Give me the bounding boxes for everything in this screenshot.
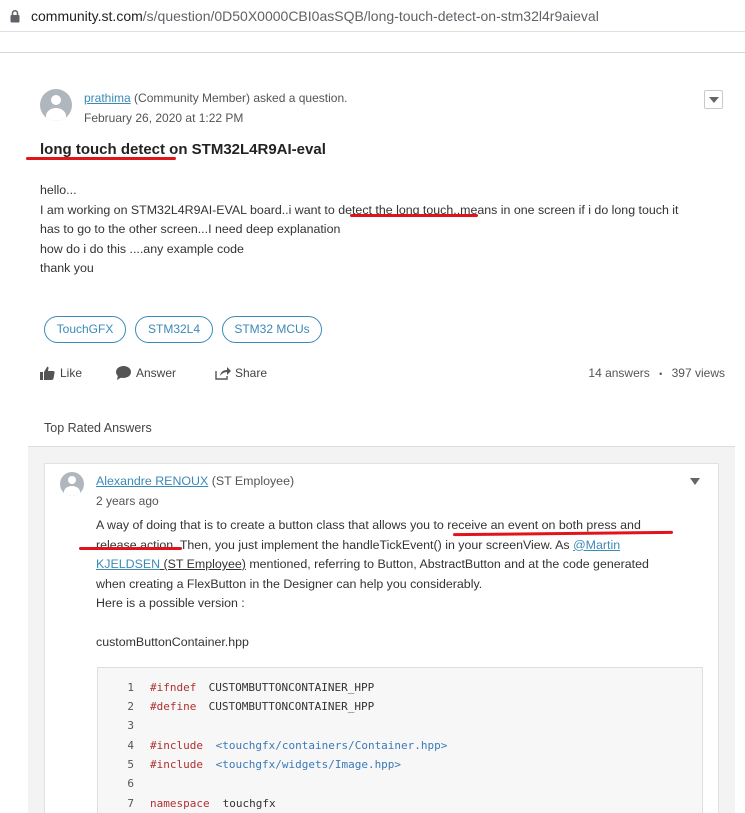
browser-url-bar[interactable]: community.st.com/s/question/0D50X0000CBI… [0, 0, 745, 32]
url-host: community.st.com [31, 8, 143, 24]
annotation-underline [26, 157, 176, 160]
code-filename: customButtonContainer.hpp [96, 635, 249, 649]
code-block[interactable]: 1 #ifndef CUSTOMBUTTONCONTAINER_HPP 2 #def… [97, 667, 703, 813]
answer-date: 2 years ago [96, 494, 159, 508]
answer-card: Alexandre RENOUX (ST Employee) 2 years a… [44, 463, 719, 813]
url-text[interactable]: community.st.com/s/question/0D50X0000CBI… [31, 8, 599, 24]
code-text: <touchgfx/widgets/Image.hpp> [209, 758, 402, 771]
mention-link[interactable]: KJELDSEN [96, 557, 160, 571]
code-text: <touchgfx/containers/Container.hpp> [209, 739, 448, 752]
line-number: 3 [127, 719, 134, 732]
body-text: I am working on STM32L4R9AI-EVAL board..… [40, 202, 339, 217]
tag-stm32l4[interactable]: STM32L4 [135, 316, 213, 343]
tag-touchgfx[interactable]: TouchGFX [44, 316, 126, 343]
body-text: ..means in one screen if i do long touch… [453, 202, 679, 217]
avatar[interactable] [60, 472, 84, 496]
page-divider [0, 52, 745, 53]
chevron-down-icon[interactable] [690, 478, 700, 485]
answer-author-link[interactable]: Alexandre RENOUX [96, 474, 208, 488]
url-path: /s/question/0D50X0000CBI0asSQB/long-touc… [142, 8, 599, 24]
lock-icon [10, 9, 20, 23]
avatar-body-shape [46, 108, 66, 121]
code-text: CUSTOMBUTTONCONTAINER_HPP [202, 681, 375, 694]
line-number: 7 [127, 797, 134, 810]
code-keyword: #include [150, 739, 203, 752]
question-body-line: thank you [40, 261, 94, 275]
like-label: Like [60, 366, 83, 380]
mention-link[interactable]: @Martin [573, 538, 620, 552]
question-body-line: hello... [40, 183, 77, 197]
question-menu-button[interactable] [704, 90, 723, 109]
share-icon [215, 367, 231, 380]
answer-body-line: when creating a FlexButton in the Design… [96, 576, 483, 591]
code-keyword: namespace [150, 797, 210, 810]
code-text: touchgfx [216, 797, 276, 810]
answer-button[interactable]: Answer [116, 363, 186, 383]
question-card: prathima (Community Member) asked a ques… [28, 75, 735, 405]
question-title-highlight: long touch detect [40, 141, 165, 158]
answer-author-role: (ST Employee) [208, 474, 295, 488]
annotation-underline [79, 547, 182, 550]
share-button[interactable]: Share [215, 363, 275, 383]
avatar-body-shape [64, 486, 80, 496]
line-number: 1 [127, 681, 134, 694]
code-text: CUSTOMBUTTONCONTAINER_HPP [202, 700, 375, 713]
views-count: 397 views [671, 366, 725, 380]
answer-body-line: release action. Then, you just implement… [96, 536, 696, 556]
code-keyword: #define [150, 700, 197, 713]
chevron-down-icon [709, 97, 719, 103]
body-text: mentioned, referring to Button, Abstract… [245, 557, 649, 571]
tag-stm32-mcus[interactable]: STM32 MCUs [222, 316, 322, 343]
line-number: 2 [127, 700, 134, 713]
question-body-line: has to go to the other screen...I need d… [40, 222, 341, 236]
question-body-line: how do i do this ....any example code [40, 241, 244, 256]
question-title: long touch detect on STM32L4R9AI-eval [40, 141, 326, 158]
question-stats: 14 answers • 397 views [588, 363, 725, 384]
answer-body-line: Here is a possible version : [96, 596, 245, 610]
stats-separator: • [659, 369, 663, 379]
question-author-role: (Community Member) asked a question. [134, 91, 348, 105]
mention-role: (ST Employee) [160, 557, 246, 571]
question-body: hello... I am working on STM32L4R9AI-EVA… [40, 181, 725, 279]
code-keyword: #ifndef [150, 681, 197, 694]
thumbs-up-icon [40, 366, 55, 380]
line-number: 5 [127, 758, 134, 771]
answer-meta: Alexandre RENOUX (ST Employee) [96, 474, 294, 488]
question-date: February 26, 2020 at 1:22 PM [84, 111, 244, 125]
top-rated-heading: Top Rated Answers [44, 421, 152, 435]
question-meta: prathima (Community Member) asked a ques… [84, 91, 347, 105]
avatar[interactable] [40, 89, 72, 121]
answer-label: Answer [136, 366, 177, 380]
body-text: . Then, you just implement the handleTic… [173, 537, 574, 552]
answer-body-line [96, 614, 696, 634]
question-title-rest: on STM32L4R9AI-eval [165, 141, 326, 158]
body-text-highlight: receive an event on both press and [447, 518, 641, 532]
code-keyword: #include [150, 758, 203, 771]
like-button[interactable]: Like [40, 363, 88, 383]
answers-section: Alexandre RENOUX (ST Employee) 2 years a… [28, 446, 735, 813]
avatar-head-shape [68, 476, 76, 484]
question-author-link[interactable]: prathima [84, 91, 131, 105]
line-number: 4 [127, 739, 134, 752]
speech-bubble-icon [116, 366, 131, 380]
answer-body-line: KJELDSEN (ST Employee) mentioned, referr… [96, 555, 696, 575]
share-label: Share [235, 366, 268, 380]
question-actions: Like Answer Share 14 answers • 397 views [40, 363, 725, 383]
answer-body: A way of doing that is to create a butto… [96, 516, 696, 653]
line-number: 6 [127, 777, 134, 790]
avatar-head-shape [51, 95, 61, 105]
body-text: A way of doing that is to create a butto… [96, 518, 448, 532]
answers-count[interactable]: 14 answers [588, 366, 649, 380]
question-body-line: I am working on STM32L4R9AI-EVAL board..… [40, 201, 725, 221]
annotation-underline [350, 214, 478, 217]
